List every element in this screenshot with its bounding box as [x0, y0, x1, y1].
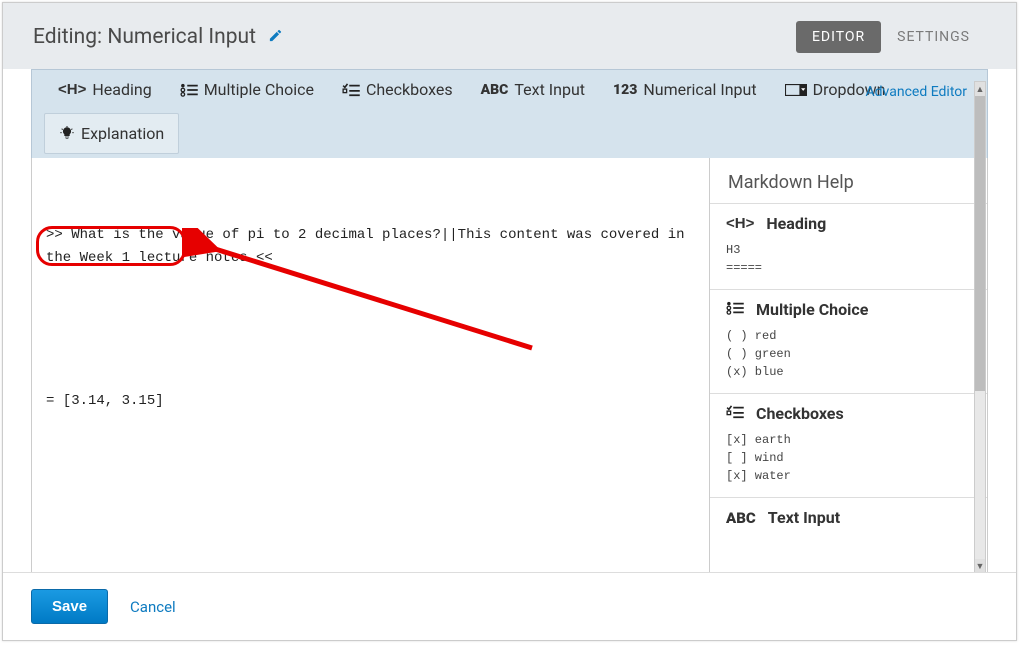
123-icon: 123: [613, 82, 637, 98]
scroll-down-icon[interactable]: ▼: [975, 559, 985, 573]
toolbar-numerical-input[interactable]: 123 Numerical Input: [599, 70, 771, 109]
editor-line-2: = [3.14, 3.15]: [46, 390, 695, 414]
toolbar-text-input[interactable]: ABC Text Input: [467, 70, 599, 109]
advanced-editor-link[interactable]: Advanced Editor: [854, 76, 979, 108]
toolbar-cb-label: Checkboxes: [366, 80, 453, 99]
help-heading-label: Heading: [766, 214, 826, 233]
dropdown-icon: [785, 84, 807, 96]
radio-list-icon: [180, 83, 198, 97]
toolbar-heading[interactable]: <H> Heading: [44, 70, 166, 109]
lightbulb-icon: [59, 126, 75, 142]
help-title: Markdown Help: [710, 158, 987, 203]
help-section-ti: ABC Text Input: [710, 497, 987, 547]
markdown-help-pane: Markdown Help <H> Heading H3 ===== Multi…: [709, 158, 987, 575]
scroll-thumb[interactable]: [975, 96, 985, 391]
toolbar-multiple-choice[interactable]: Multiple Choice: [166, 70, 328, 109]
toolbar-checkboxes[interactable]: Checkboxes: [328, 70, 467, 109]
pencil-icon[interactable]: [268, 28, 283, 47]
check-list-icon: [342, 83, 360, 97]
toolbar-exp-label: Explanation: [81, 124, 164, 143]
toolbar-explanation[interactable]: Explanation: [44, 113, 179, 154]
header-tabs: EDITOR SETTINGS: [796, 21, 986, 53]
modal-header: Editing: Numerical Input EDITOR SETTINGS: [3, 3, 1016, 69]
help-section-mc: Multiple Choice ( ) red ( ) green (x) bl…: [710, 289, 987, 393]
modal-title: Editing: Numerical Input: [33, 25, 256, 49]
editor-textarea[interactable]: >> What is the value of pi to 2 decimal …: [32, 158, 709, 575]
help-cb-example: [x] earth [ ] wind [x] water: [726, 431, 971, 485]
help-heading-example: H3 =====: [726, 241, 971, 277]
toolbar-heading-label: Heading: [92, 80, 151, 99]
save-button[interactable]: Save: [31, 589, 108, 624]
help-ti-label: Text Input: [768, 508, 840, 527]
cancel-link[interactable]: Cancel: [130, 598, 176, 616]
modal-title-wrap: Editing: Numerical Input: [33, 25, 283, 49]
toolbar-ti-label: Text Input: [514, 80, 585, 99]
help-section-heading: <H> Heading H3 =====: [710, 203, 987, 289]
radio-list-icon: [726, 301, 744, 319]
abc-icon: ABC: [481, 82, 509, 98]
abc-icon: ABC: [726, 509, 756, 527]
scrollbar[interactable]: ▲ ▼: [974, 81, 986, 574]
editor-modal: Editing: Numerical Input EDITOR SETTINGS…: [2, 2, 1017, 641]
editor-line-1: >> What is the value of pi to 2 decimal …: [46, 224, 695, 272]
toolbar-ni-label: Numerical Input: [643, 80, 756, 99]
heading-icon: <H>: [726, 215, 754, 232]
toolbar-mc-label: Multiple Choice: [204, 80, 314, 99]
heading-icon: <H>: [58, 81, 86, 98]
tab-settings[interactable]: SETTINGS: [881, 21, 986, 53]
check-list-icon: [726, 405, 744, 423]
editor-body: >> What is the value of pi to 2 decimal …: [31, 158, 988, 576]
toolbar: <H> Heading Multiple Choice Checkboxes A…: [31, 69, 988, 158]
help-mc-label: Multiple Choice: [756, 300, 868, 319]
help-cb-label: Checkboxes: [756, 404, 844, 423]
help-mc-example: ( ) red ( ) green (x) blue: [726, 327, 971, 381]
scroll-up-icon[interactable]: ▲: [975, 82, 985, 96]
tab-editor[interactable]: EDITOR: [796, 21, 881, 53]
help-section-cb: Checkboxes [x] earth [ ] wind [x] water: [710, 393, 987, 497]
modal-footer: Save Cancel: [3, 572, 1016, 640]
